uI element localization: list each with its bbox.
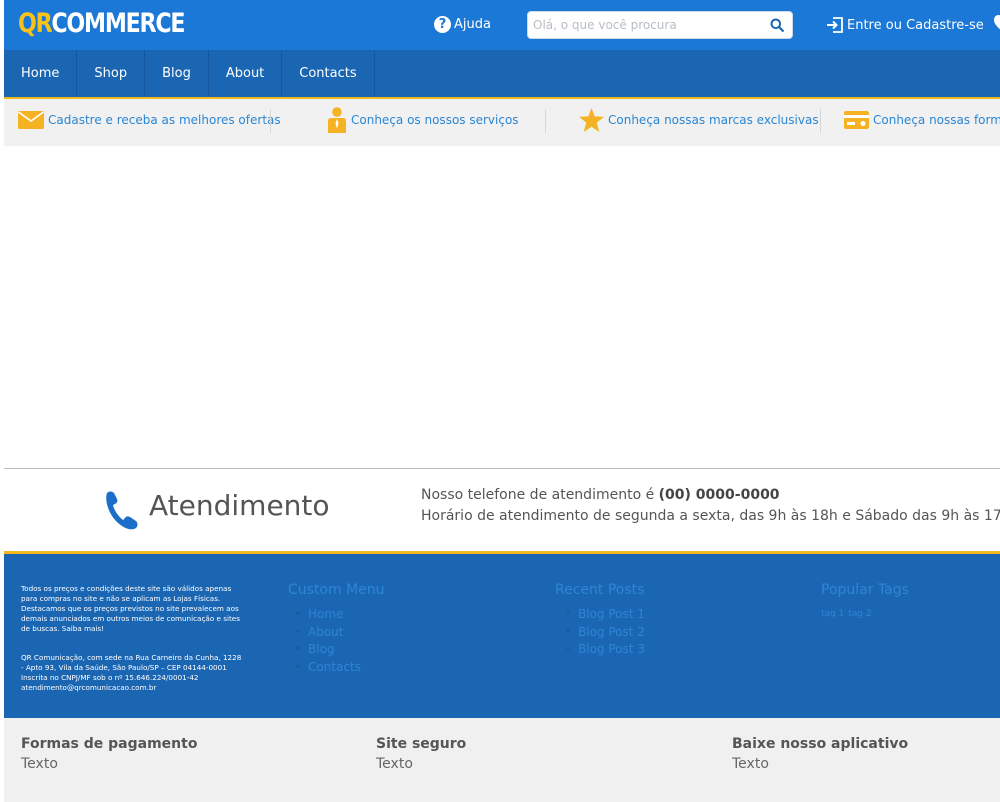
- benefit-brands-label: Conheça nossas marcas exclusivas: [608, 113, 819, 127]
- footer: Todos os preços e condições deste site s…: [4, 554, 1000, 718]
- benefit-divider: [820, 109, 821, 133]
- benefits-strip: Cadastre e receba as melhores ofertas Co…: [4, 99, 1000, 146]
- attendance-title: Atendimento: [149, 489, 330, 522]
- wishlist-icon[interactable]: [994, 15, 1000, 33]
- search-box: [527, 11, 793, 39]
- recent-post-link[interactable]: Blog Post 3: [578, 641, 645, 659]
- secure-title: Site seguro: [376, 736, 467, 752]
- benefit-divider: [270, 109, 271, 133]
- benefit-services[interactable]: Conheça os nossos serviços: [327, 107, 519, 133]
- login-label: Entre ou Cadastre-se: [847, 17, 984, 33]
- logo-qr: QR: [18, 8, 53, 39]
- secure-section: Site seguro Texto: [376, 736, 466, 772]
- attendance-hours: Horário de atendimento de segunda a sext…: [421, 508, 1000, 524]
- recent-post-link[interactable]: Blog Post 2: [578, 624, 645, 642]
- custom-menu-item-blog[interactable]: Blog: [308, 641, 361, 659]
- logo-commerce: COMMERCE: [51, 8, 185, 39]
- recent-posts-list: Blog Post 1 Blog Post 2 Blog Post 3: [578, 606, 645, 659]
- payment-text: Texto: [21, 756, 58, 772]
- secure-text: Texto: [376, 756, 413, 772]
- sign-in-icon: [827, 17, 843, 33]
- footer-disclaimer: Todos os preços e condições deste site s…: [21, 584, 240, 633]
- payment-title: Formas de pagamento: [21, 736, 198, 752]
- recent-posts-title: Recent Posts: [555, 582, 645, 598]
- custom-menu-item-home[interactable]: Home: [308, 606, 361, 624]
- bottom-bar: Formas de pagamento Texto Site seguro Te…: [4, 718, 1000, 802]
- app-title: Baixe nosso aplicativo: [732, 736, 909, 752]
- attendance-top-divider: [4, 468, 1000, 469]
- star-icon: [579, 108, 604, 132]
- custom-menu-title: Custom Menu: [288, 582, 385, 598]
- benefit-newsletter[interactable]: Cadastre e receba as melhores ofertas: [18, 107, 281, 133]
- help-link[interactable]: ? Ajuda: [434, 16, 491, 33]
- app-text: Texto: [732, 756, 769, 772]
- attendance-phone-number: (00) 0000-0000: [658, 487, 780, 503]
- benefit-divider: [545, 109, 546, 133]
- recent-post-link[interactable]: Blog Post 1: [578, 606, 645, 624]
- popular-tags-title: Popular Tags: [821, 582, 909, 598]
- credit-card-icon: [844, 111, 869, 129]
- question-icon: ?: [434, 16, 451, 33]
- benefit-brands[interactable]: Conheça nossas marcas exclusivas: [579, 107, 819, 133]
- payment-section: Formas de pagamento Texto: [21, 736, 197, 772]
- custom-menu-list: Home About Blog Contacts: [308, 606, 361, 676]
- phone-icon: [106, 491, 138, 530]
- tag-link[interactable]: tag 1: [821, 609, 844, 619]
- custom-menu-item-contacts[interactable]: Contacts: [308, 659, 361, 677]
- envelope-icon: [18, 111, 44, 129]
- top-header: QRCOMMERCE ? Ajuda Entre ou Cadastre-se: [4, 0, 1000, 50]
- person-icon: [328, 107, 346, 133]
- benefit-payment-label: Conheça nossas forma: [873, 113, 1000, 127]
- popular-tags-list: tag 1 tag 2: [821, 609, 876, 619]
- app-section: Baixe nosso aplicativo Texto: [732, 736, 908, 772]
- help-label: Ajuda: [454, 17, 491, 32]
- page: QRCOMMERCE ? Ajuda Entre ou Cadastre-se: [0, 0, 1000, 802]
- benefit-payment[interactable]: Conheça nossas forma: [844, 107, 1000, 133]
- search-icon[interactable]: [770, 18, 784, 32]
- left-edge: [0, 0, 4, 802]
- login-link[interactable]: Entre ou Cadastre-se: [826, 16, 984, 34]
- nav-item-about[interactable]: About: [209, 50, 283, 97]
- main-nav: Home Shop Blog About Contacts: [4, 50, 1000, 97]
- attendance-phone-prefix: Nosso telefone de atendimento é: [421, 487, 659, 503]
- custom-menu-item-about[interactable]: About: [308, 624, 361, 642]
- footer-company-info: QR Comunicação, com sede na Rua Carneiro…: [21, 653, 242, 692]
- attendance-phone-line: Nosso telefone de atendimento é (00) 000…: [421, 487, 780, 503]
- nav-item-home[interactable]: Home: [4, 50, 78, 97]
- nav-item-contacts[interactable]: Contacts: [282, 50, 375, 97]
- benefit-services-label: Conheça os nossos serviços: [351, 113, 519, 127]
- search-input[interactable]: [528, 12, 768, 38]
- benefit-newsletter-label: Cadastre e receba as melhores ofertas: [48, 113, 281, 127]
- nav-item-shop[interactable]: Shop: [77, 50, 146, 97]
- site-logo[interactable]: QRCOMMERCE: [18, 8, 185, 39]
- nav-item-blog[interactable]: Blog: [145, 50, 209, 97]
- tag-link[interactable]: tag 2: [848, 609, 871, 619]
